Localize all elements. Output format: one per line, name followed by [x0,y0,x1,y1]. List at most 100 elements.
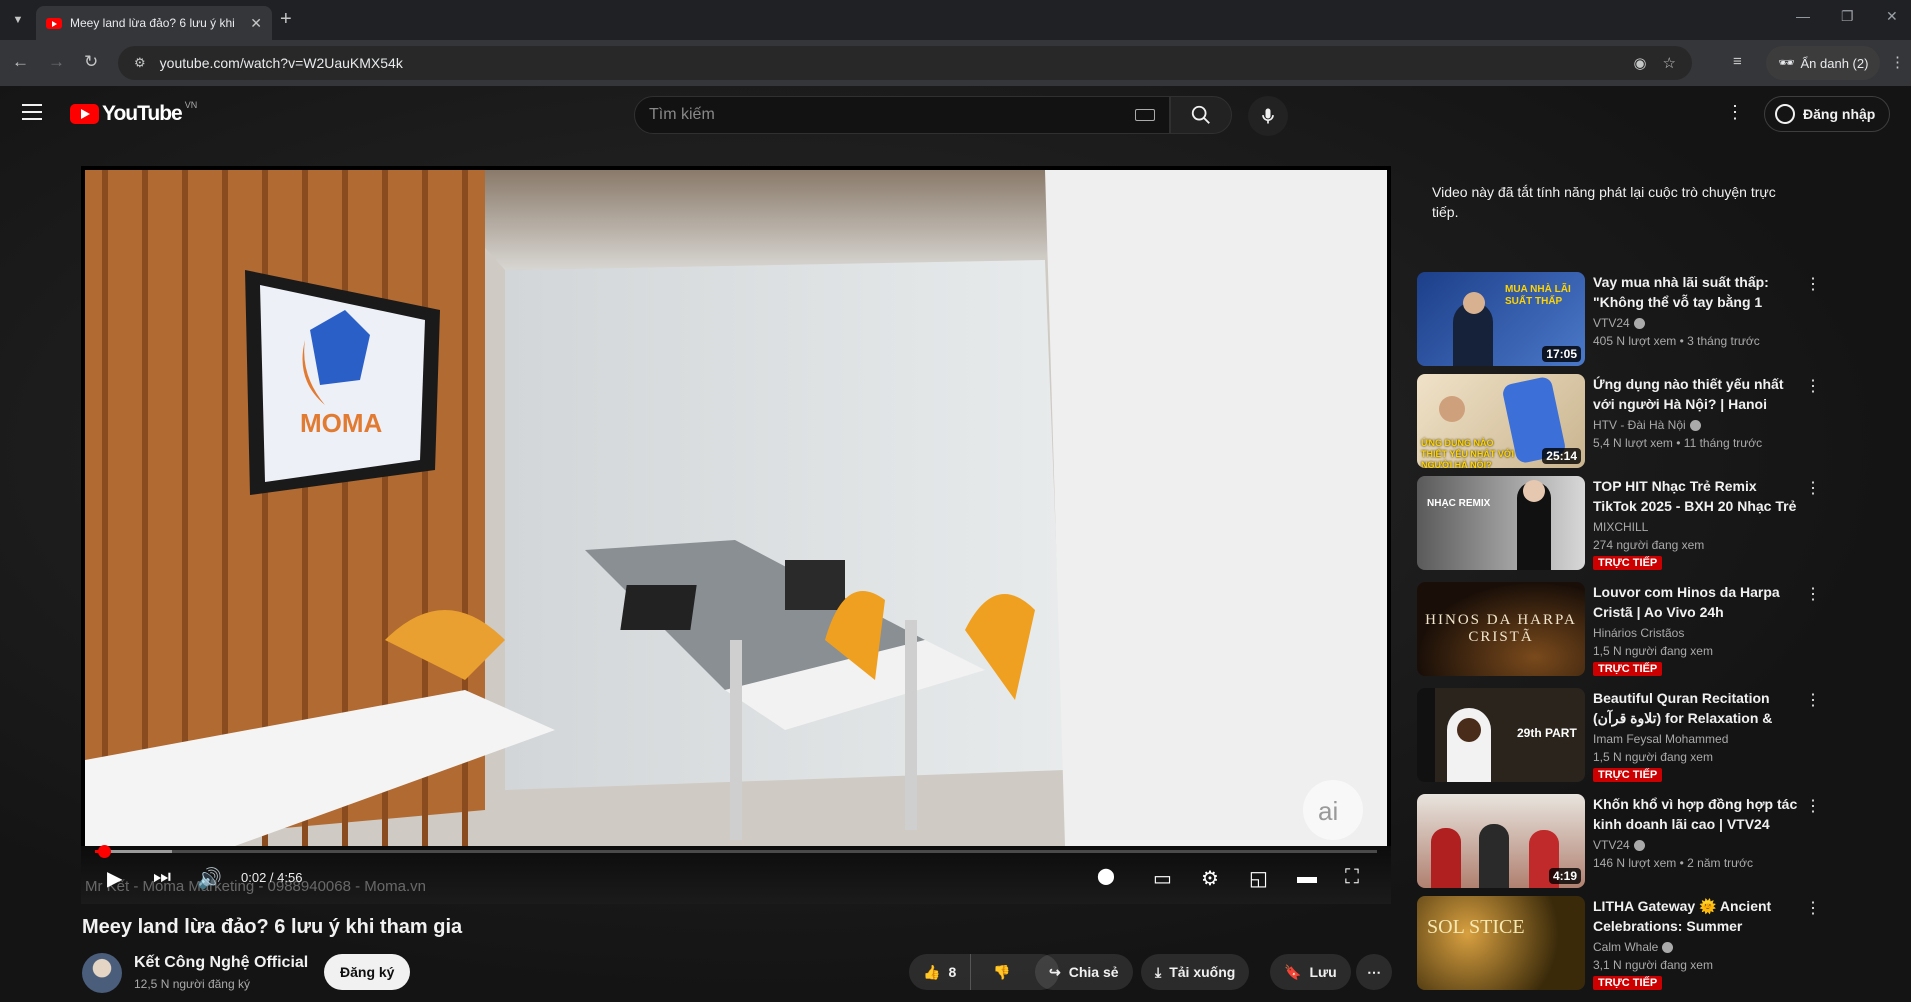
tracking-protection-icon[interactable]: ◉ [1633,54,1646,72]
recommendation-item[interactable]: SOL STICE LITHA Gateway 🌞 Ancient Celebr… [1417,896,1821,992]
address-bar[interactable]: ⚙ youtube.com/watch?v=W2UauKMX54k ◉ ☆ [118,46,1692,80]
rec-title[interactable]: Khốn khổ vì hợp đồng hợp tác kinh doanh … [1593,794,1799,834]
guide-menu-icon[interactable] [22,104,42,120]
timecode: 0:02 / 4:56 [241,870,303,885]
youtube-logo[interactable]: YouTube VN [70,100,197,126]
recommendation-item[interactable]: ỨNG DỤNG NÀO THIẾT YẾU NHẤT VỚI NGƯỜI HÀ… [1417,374,1821,470]
rec-menu-icon[interactable]: ⋮ [1805,478,1821,498]
miniplayer-icon[interactable]: ◱ [1249,866,1268,891]
rec-menu-icon[interactable]: ⋮ [1805,376,1821,396]
thumb-caption: MUA NHÀ LÃI SUẤT THẤP [1505,284,1571,307]
rec-menu-icon[interactable]: ⋮ [1805,274,1821,294]
video-thumbnail[interactable]: NHẠC REMIX [1417,476,1585,570]
subtitles-icon[interactable]: ▭ [1153,866,1172,891]
save-button[interactable]: 🔖 Lưu [1270,954,1351,990]
rec-menu-icon[interactable]: ⋮ [1805,690,1821,710]
rec-channel[interactable]: VTV24 [1593,838,1645,852]
recommendation-item[interactable]: 29th PART Beautiful Quran Recitation (تل… [1417,688,1821,784]
rec-menu-icon[interactable]: ⋮ [1805,898,1821,918]
reading-list-icon[interactable]: ≡ [1733,53,1742,70]
microphone-icon [1262,108,1274,124]
bookmark-icon: 🔖 [1284,963,1302,980]
video-thumbnail[interactable]: ỨNG DỤNG NÀO THIẾT YẾU NHẤT VỚI NGƯỜI HÀ… [1417,374,1585,468]
close-window-icon[interactable]: ✕ [1886,8,1898,25]
more-actions-button[interactable]: ⋯ [1356,954,1392,990]
rec-channel[interactable]: Imam Feysal Mohammed [1593,732,1728,746]
scrubber-handle[interactable] [97,845,111,858]
minimize-icon[interactable]: — [1796,8,1810,24]
rec-channel[interactable]: HTV - Đài Hà Nội [1593,418,1701,432]
active-tab[interactable]: Meey land lừa đảo? 6 lưu ý khi ✕ [36,6,272,40]
volume-icon[interactable]: 🔊 [197,866,222,891]
voice-search-button[interactable] [1248,96,1288,136]
rec-title[interactable]: Beautiful Quran Recitation (تلاوة قرآن) … [1593,688,1799,728]
rec-title[interactable]: TOP HIT Nhạc Trẻ Remix TikTok 2025 - BXH… [1593,476,1799,516]
search-input[interactable]: Tìm kiếm [634,96,1170,134]
dislike-button[interactable]: 👎 [979,954,1024,990]
verified-icon [1689,420,1701,432]
signin-label: Đăng nhập [1803,106,1876,122]
rec-channel[interactable]: VTV24 [1593,316,1645,330]
back-icon[interactable]: ← [12,52,29,72]
thumb-caption: ỨNG DỤNG NÀO THIẾT YẾU NHẤT VỚI NGƯỜI HÀ… [1421,438,1515,468]
verified-icon [1662,942,1674,954]
keyboard-icon[interactable] [1135,109,1155,121]
video-thumbnail[interactable]: HINOS DA HARPA CRISTÃ [1417,582,1585,676]
like-button[interactable]: 👍 8 [909,954,972,990]
recommendation-item[interactable]: MUA NHÀ LÃI SUẤT THẤP 17:05 Vay mua nhà … [1417,272,1821,368]
reload-icon[interactable]: ↻ [84,52,98,72]
bookmark-star-icon[interactable]: ☆ [1663,54,1676,72]
site-info-icon[interactable]: ⚙ [134,55,146,71]
incognito-label: Ẩn danh (2) [1800,55,1869,71]
rec-menu-icon[interactable]: ⋮ [1805,796,1821,816]
video-thumbnail[interactable]: MUA NHÀ LÃI SUẤT THẤP 17:05 [1417,272,1585,366]
video-frame[interactable]: MOMA ai [85,170,1387,846]
rec-title[interactable]: Ứng dụng nào thiết yếu nhất với người Hà… [1593,374,1799,414]
rec-channel[interactable]: Calm Whale [1593,940,1674,954]
settings-kebab-icon[interactable]: ⋮ [1726,102,1744,123]
share-button[interactable]: ↪ Chia sẻ [1035,954,1133,990]
channel-name[interactable]: Kết Công Nghệ Official [134,954,308,972]
ai-badge-text: ai [1318,796,1338,826]
restore-icon[interactable]: ❐ [1841,8,1854,25]
tab-search-button[interactable]: ▼ [6,8,30,32]
signin-button[interactable]: Đăng nhập [1764,96,1891,132]
rec-title[interactable]: Vay mua nhà lãi suất thấp: "Không thể vỗ… [1593,272,1799,312]
next-icon[interactable]: ⏭ [153,866,171,889]
rec-channel[interactable]: MIXCHILL [1593,520,1648,534]
video-thumbnail[interactable]: 4:19 [1417,794,1585,888]
recommendation-item[interactable]: 4:19 Khốn khổ vì hợp đồng hợp tác kinh d… [1417,794,1821,890]
verified-icon [1633,318,1645,330]
live-badge: TRỰC TIẾP [1593,556,1663,570]
rec-menu-icon[interactable]: ⋮ [1805,584,1821,604]
play-icon[interactable]: ▶ [107,866,122,891]
rec-channel[interactable]: Hinários Cristãos [1593,626,1684,640]
subscribe-button[interactable]: Đăng ký [324,954,411,990]
rec-title[interactable]: LITHA Gateway 🌞 Ancient Celebrations: Su… [1593,896,1799,936]
recommendation-item[interactable]: HINOS DA HARPA CRISTÃ Louvor com Hinos d… [1417,582,1821,678]
download-button[interactable]: ⤓ Tải xuống [1141,954,1250,990]
thumbs-down-icon: 👎 [993,963,1011,980]
fullscreen-icon[interactable]: ⛶ [1345,866,1359,889]
new-tab-button[interactable]: + [280,8,292,31]
autoplay-toggle-icon[interactable]: ⬤ [1097,866,1115,886]
video-thumbnail[interactable]: SOL STICE [1417,896,1585,990]
incognito-badge[interactable]: 🕶 Ẩn danh (2) [1766,46,1881,80]
masthead: YouTube VN Tìm kiếm ⋮ Đăng nhập [0,86,1911,142]
rec-title[interactable]: Louvor com Hinos da Harpa Cristã | Ao Vi… [1593,582,1799,622]
settings-gear-icon[interactable]: ⚙ [1201,866,1219,891]
search-button[interactable] [1170,96,1232,134]
video-thumbnail[interactable]: 29th PART [1417,688,1585,782]
search-placeholder: Tìm kiếm [649,106,715,123]
tab-title: Meey land lừa đảo? 6 lưu ý khi [70,16,235,30]
video-player[interactable]: MOMA ai Mr Kết - Moma Marketing - 098894… [81,166,1391,904]
rec-meta: 274 người đang xem [1593,538,1705,552]
progress-bar[interactable] [95,845,1377,858]
forward-icon[interactable]: → [48,52,65,72]
browser-menu-icon[interactable]: ⋮ [1890,53,1905,71]
theater-mode-icon[interactable]: ▬ [1297,866,1317,889]
tab-close-icon[interactable]: ✕ [250,15,262,32]
channel-avatar[interactable] [82,953,122,993]
thumb-caption: HINOS DA HARPA CRISTÃ [1425,612,1577,645]
recommendation-item[interactable]: NHẠC REMIX TOP HIT Nhạc Trẻ Remix TikTok… [1417,476,1821,572]
